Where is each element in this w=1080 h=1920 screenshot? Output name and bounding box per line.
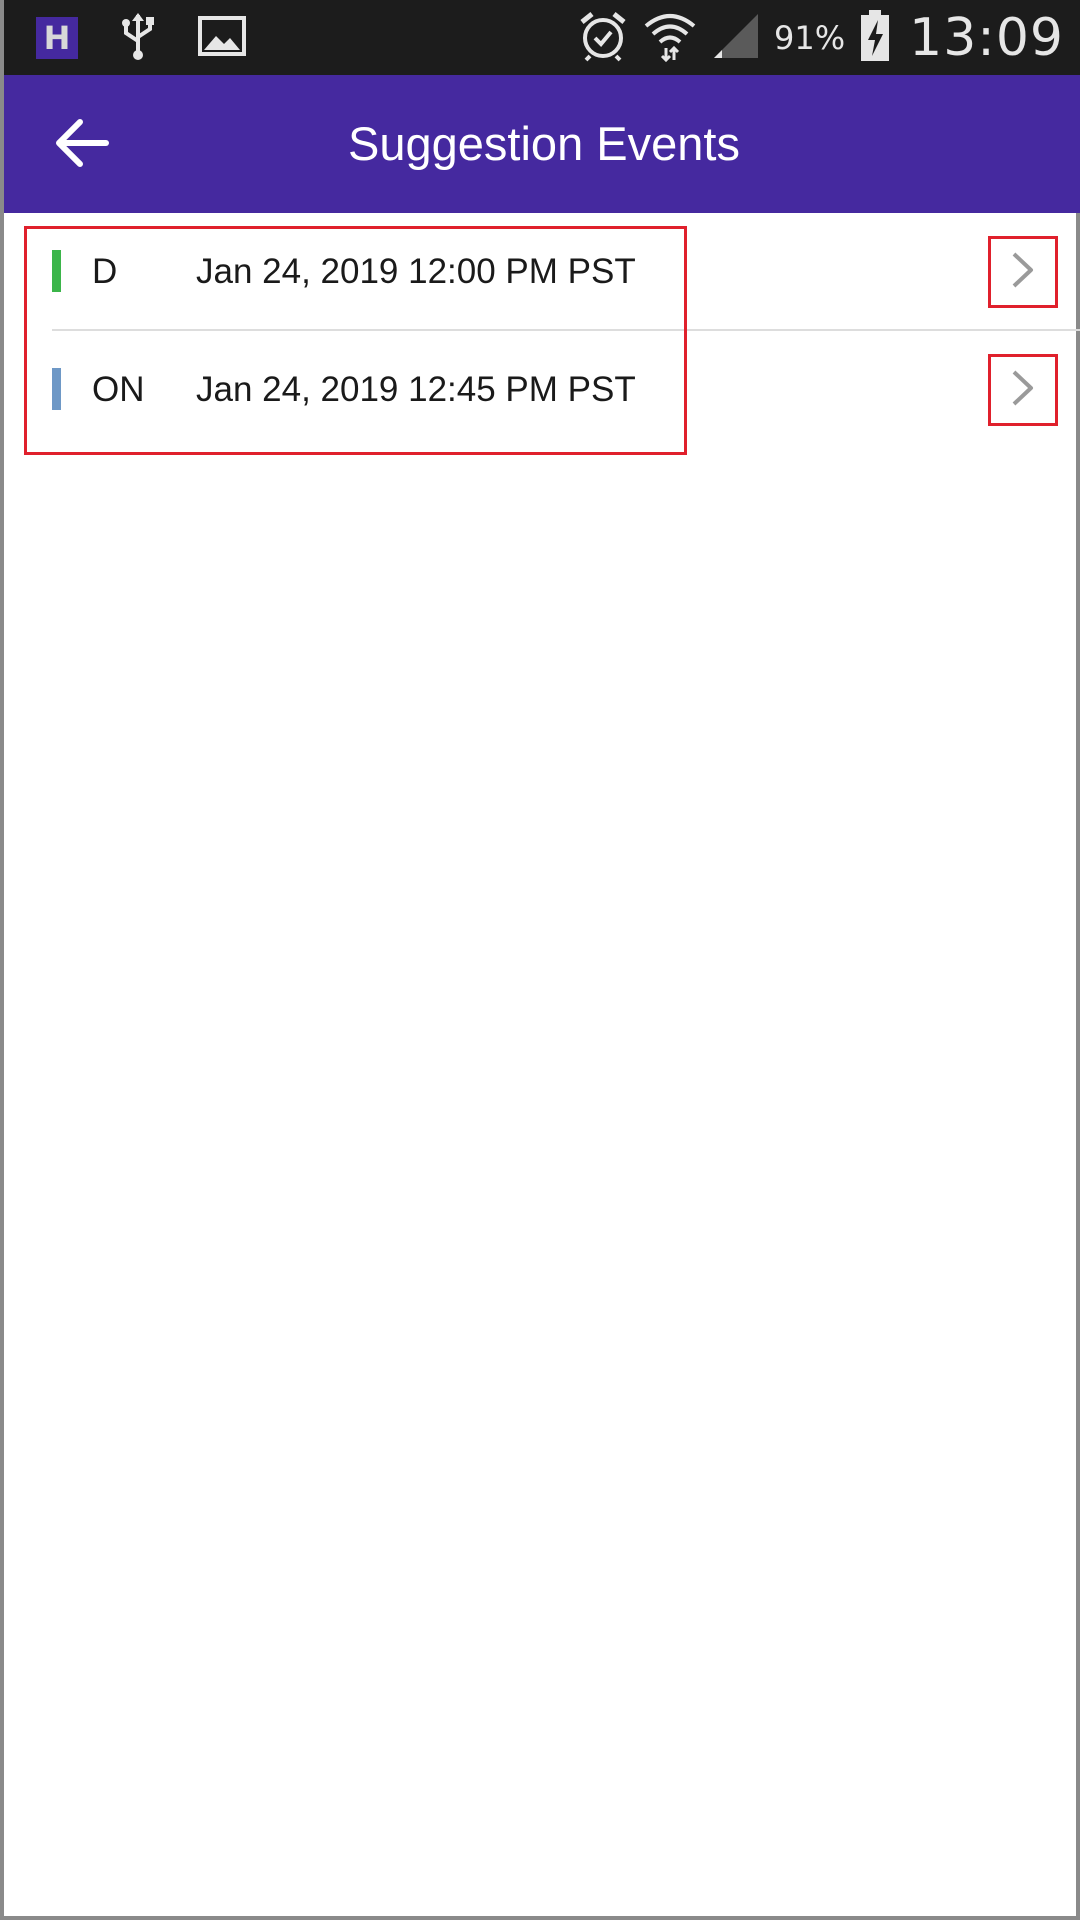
arrow-left-icon: [54, 118, 110, 173]
event-type: ON: [92, 370, 145, 409]
system-indicators: 91% 13:09: [578, 8, 1064, 68]
event-list: D Jan 24, 2019 12:00 PM PST ON Jan 24, 2…: [4, 213, 1080, 449]
event-detail-button[interactable]: [988, 354, 1058, 426]
notification-icons: H: [36, 12, 246, 61]
page-title: Suggestion Events: [348, 117, 740, 170]
event-row[interactable]: D Jan 24, 2019 12:00 PM PST: [4, 213, 1080, 331]
alarm-icon: [578, 10, 628, 67]
battery-percent: 91%: [774, 19, 846, 57]
app-bar: Suggestion Events: [4, 75, 1080, 213]
chevron-right-icon: [1010, 250, 1036, 295]
event-datetime: Jan 24, 2019 12:00 PM PST: [196, 252, 636, 291]
image-icon: [198, 15, 246, 61]
clock: 13:09: [909, 8, 1064, 68]
back-button[interactable]: [42, 105, 122, 185]
signal-icon: [712, 12, 760, 65]
event-type: D: [92, 252, 118, 291]
screen-frame: H 91% 13:09 Suggestion Events D Jan 24, …: [0, 0, 1080, 1920]
event-color-indicator: [52, 368, 61, 410]
status-bar: H 91% 13:09: [4, 0, 1080, 75]
chevron-right-icon: [1010, 368, 1036, 413]
event-color-indicator: [52, 250, 61, 292]
event-detail-button[interactable]: [988, 236, 1058, 308]
h-app-icon: H: [36, 17, 78, 59]
usb-icon: [118, 11, 158, 66]
event-datetime: Jan 24, 2019 12:45 PM PST: [196, 370, 636, 409]
wifi-icon: [642, 10, 698, 67]
event-row[interactable]: ON Jan 24, 2019 12:45 PM PST: [4, 331, 1080, 449]
battery-charging-icon: [859, 9, 891, 67]
